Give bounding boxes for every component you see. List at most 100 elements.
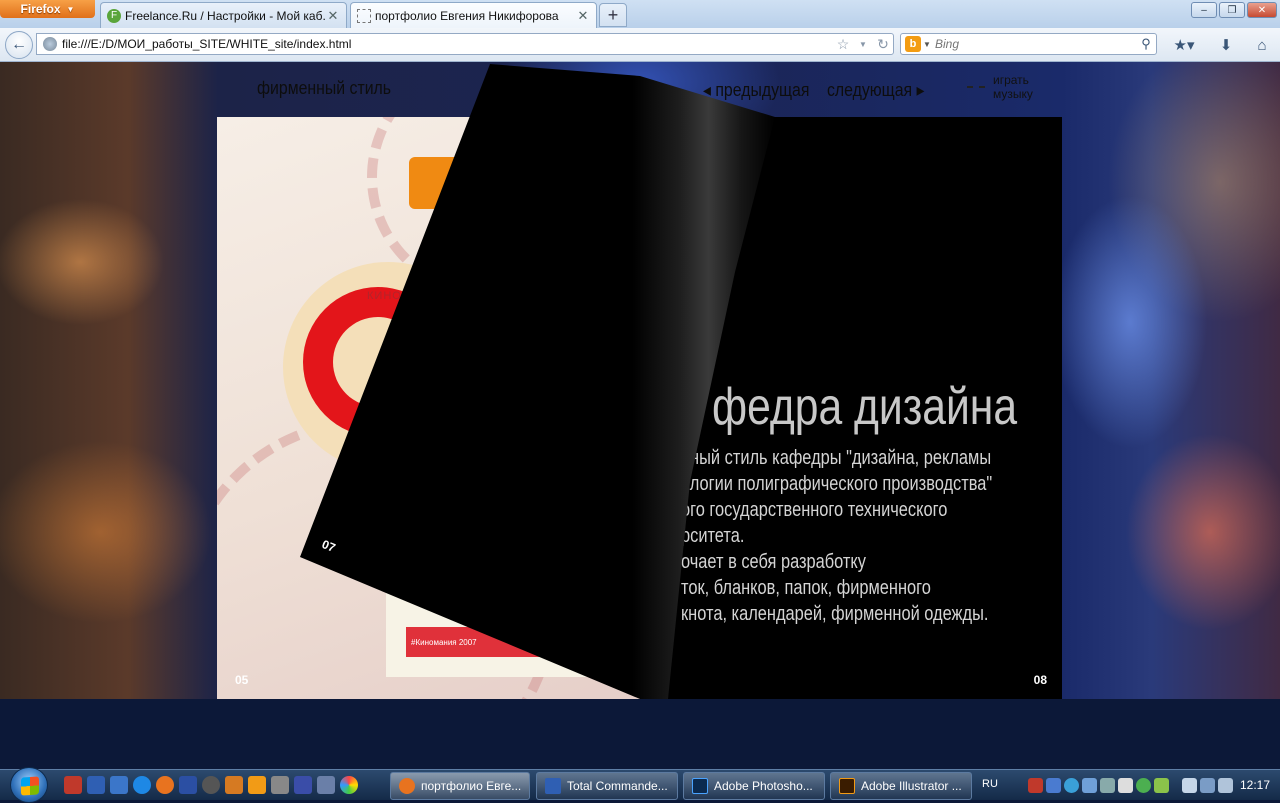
maximize-button[interactable]: ❐ (1219, 2, 1245, 18)
description-line: нный стиль кафедры "дизайна, рекламы (681, 447, 992, 469)
task-label: Adobe Illustrator ... (861, 779, 962, 793)
browser-tab-strip: Firefox ▼ F Freelance.Ru / Настройки - М… (0, 0, 1280, 28)
search-icon[interactable]: ⚲ (1136, 36, 1156, 52)
firefox-icon[interactable] (156, 776, 174, 794)
dropdown-icon[interactable]: ▼ (853, 40, 873, 49)
section-title[interactable]: фирменный стиль (257, 78, 391, 99)
bookmarks-icon[interactable]: ★▾ (1172, 34, 1196, 56)
illustrator-icon (839, 778, 855, 794)
photoshop-icon (692, 778, 708, 794)
taskbar-firefox[interactable]: портфолио Евге... (390, 772, 530, 800)
floppy-icon (545, 778, 561, 794)
close-icon[interactable]: ✕ (326, 8, 340, 24)
next-link[interactable]: следующая ▸ (827, 80, 924, 101)
url-text: file:///E:/D/МОИ_работы_SITE/WHITE_site/… (62, 37, 352, 51)
app-icon[interactable] (294, 776, 312, 794)
checkmark-icon[interactable] (248, 776, 266, 794)
bing-icon: b (905, 36, 921, 52)
start-button[interactable] (10, 767, 48, 803)
tab-portfolio[interactable]: портфолио Евгения Никифорова ✕ (350, 2, 597, 28)
bookmark-star-icon[interactable]: ☆ (833, 36, 853, 53)
tab-label: Freelance.Ru / Настройки - Мой каб... (125, 8, 326, 23)
tray-app-icon[interactable] (1064, 778, 1079, 793)
description-line: ого государственного технического (681, 499, 948, 521)
page-heading: федра дизайна (712, 378, 1018, 436)
fe-app-icon[interactable] (179, 776, 197, 794)
close-window-button[interactable]: ✕ (1247, 2, 1277, 18)
tray-app-icon[interactable] (1136, 778, 1151, 793)
page-description: нный стиль кафедры "дизайна, рекламы оло… (681, 445, 1025, 627)
tray-app-icon[interactable] (1028, 778, 1043, 793)
url-bar[interactable]: file:///E:/D/МОИ_работы_SITE/WHITE_site/… (36, 33, 894, 55)
windows-taskbar: портфолио Евге... Total Commande... Adob… (0, 767, 1280, 803)
freelance-favicon-icon: F (107, 8, 121, 23)
windows-logo-icon (21, 776, 39, 796)
right-book-page[interactable]: федра дизайна нный стиль кафедры "дизайн… (641, 117, 1062, 699)
tray-app-icon[interactable] (1154, 778, 1169, 793)
new-tab-button[interactable]: + (599, 3, 627, 27)
firefox-icon (399, 778, 415, 794)
back-arrow-icon[interactable]: ← (5, 31, 33, 59)
search-input[interactable] (931, 37, 1136, 51)
play-music-toggle[interactable]: играть музыку (967, 73, 1041, 101)
description-line: ток, бланков, папок, фирменного (681, 577, 931, 599)
left-book-page[interactable]: КИНО МОИ #Киномания 2007 05 (217, 117, 640, 699)
navigation-toolbar: ← file:///E:/D/МОИ_работы_SITE/WHITE_sit… (0, 28, 1280, 62)
equalizer-icon (967, 85, 985, 89)
page-number: 08 (1033, 673, 1047, 687)
quicklaunch-app-icon[interactable] (64, 776, 82, 794)
chevron-down-icon: ▼ (66, 4, 75, 14)
tray-app-icon[interactable] (1118, 778, 1133, 793)
taskbar-photoshop[interactable]: Adobe Photosho... (683, 772, 825, 800)
app-icon[interactable] (271, 776, 289, 794)
action-center-icon[interactable] (1182, 778, 1197, 793)
tray-app-icon[interactable] (1100, 778, 1115, 793)
description-line: кнота, календарей, фирменной одежды. (681, 603, 989, 625)
firefox-menu-button[interactable]: Firefox ▼ (0, 0, 95, 18)
language-indicator[interactable]: RU (982, 778, 998, 790)
search-engine-selector[interactable]: b ▼ (901, 36, 931, 52)
globe-icon (43, 37, 57, 51)
tab-freelance[interactable]: F Freelance.Ru / Настройки - Мой каб... … (100, 2, 347, 28)
app-icon[interactable] (317, 776, 335, 794)
red-label-bar: #Киномания 2007 (406, 627, 640, 657)
downloads-icon[interactable]: ⬇ (1214, 34, 1238, 56)
close-icon[interactable]: ✕ (576, 8, 590, 24)
reload-icon[interactable]: ↻ (873, 36, 893, 53)
kinomania-logo-text: КИНО МОИ (367, 290, 435, 302)
page-number: 05 (235, 673, 249, 687)
tab-label: портфолио Евгения Никифорова (375, 8, 559, 23)
app-icon[interactable] (225, 776, 243, 794)
red-ring-graphic (303, 287, 453, 437)
description-line: ологии полиграфического производства" (681, 473, 993, 495)
page-favicon-icon (357, 8, 371, 23)
volume-icon[interactable] (1218, 778, 1233, 793)
play-music-label: играть музыку (993, 73, 1033, 101)
description-line: очает в себя разработку (681, 551, 866, 573)
network-icon[interactable] (1200, 778, 1215, 793)
firefox-menu-label: Firefox (20, 2, 61, 16)
header-strip: фирменный стиль ◂ предыдущая следующая ▸… (0, 62, 1280, 117)
task-label: портфолио Евге... (421, 779, 522, 793)
chevron-down-icon: ▼ (923, 39, 931, 49)
app-icon[interactable] (202, 776, 220, 794)
internet-explorer-icon[interactable] (133, 776, 151, 794)
floppy-icon[interactable] (87, 776, 105, 794)
search-bar[interactable]: b ▼ ⚲ (900, 33, 1157, 55)
home-icon[interactable]: ⌂ (1250, 34, 1274, 56)
previous-link[interactable]: ◂ предыдущая (703, 80, 809, 101)
minimize-button[interactable]: ‒ (1191, 2, 1217, 18)
description-line: рситета. (681, 525, 745, 547)
portfolio-page: фирменный стиль ◂ предыдущая следующая ▸… (0, 62, 1280, 699)
taskbar-total-commander[interactable]: Total Commande... (536, 772, 678, 800)
turning-page[interactable] (0, 62, 1280, 699)
color-wheel-icon[interactable] (340, 776, 358, 794)
task-label: Total Commande... (567, 779, 668, 793)
orange-tab-graphic (409, 157, 479, 209)
clock[interactable]: 12:17 (1240, 778, 1270, 792)
tray-app-icon[interactable] (1046, 778, 1061, 793)
total-commander-icon[interactable] (110, 776, 128, 794)
task-label: Adobe Photosho... (714, 779, 813, 793)
tray-app-icon[interactable] (1082, 778, 1097, 793)
taskbar-illustrator[interactable]: Adobe Illustrator ... (830, 772, 972, 800)
